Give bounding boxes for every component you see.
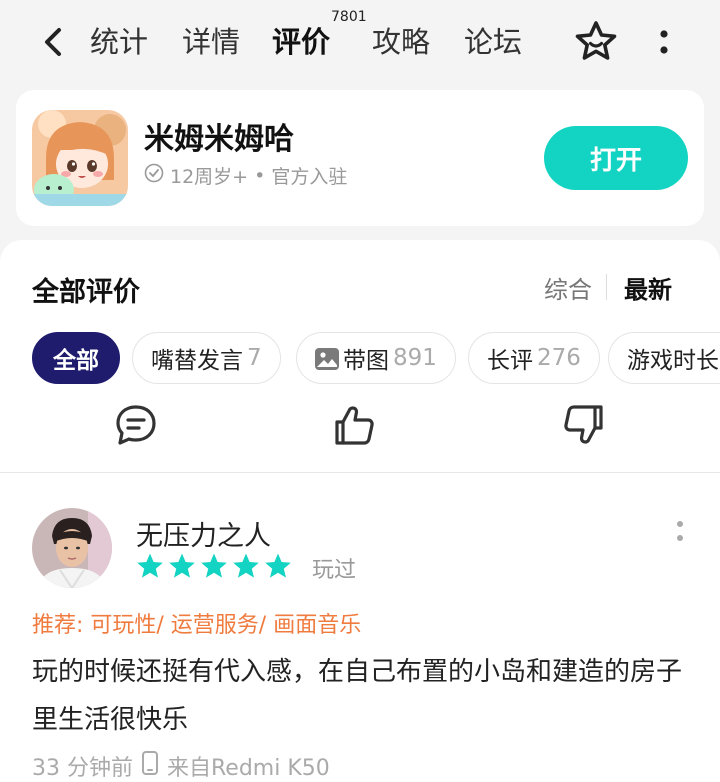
app-name: 米姆米姆哈 [144,122,294,157]
app-icon[interactable] [32,110,128,206]
filter-label: 游戏时长 [627,348,719,374]
filter-all[interactable]: 全部 [32,332,120,384]
filter-label: 全部 [53,348,99,374]
review-time: 33 分钟前 [32,756,133,781]
filter-long-review[interactable]: 长评 276 [468,332,600,384]
filter-playtime[interactable]: 游戏时长 [608,332,720,384]
filter-label: 带图 [343,348,389,374]
thumbs-up-icon[interactable] [332,403,376,447]
filter-with-images[interactable]: 带图 891 [296,332,456,384]
filter-count: 276 [537,345,581,371]
review-meta: 33 分钟前 来自Redmi K50 [32,750,330,782]
filter-quote[interactable]: 嘴替发言 7 [132,332,281,384]
open-button[interactable]: 打开 [544,126,688,190]
tab-forum[interactable]: 论坛 [464,22,522,62]
divider [0,472,720,473]
sort-latest[interactable]: 最新 [624,270,672,305]
tab-details[interactable]: 详情 [182,22,240,62]
phone-icon [141,750,159,782]
star-rating [136,552,292,584]
sort-comprehensive[interactable]: 综合 [544,270,592,305]
section-title: 全部评价 [32,277,140,308]
review-more-icon[interactable] [674,518,686,546]
app-card: 米姆米姆哈 12周岁+ • 官方入驻 打开 [16,90,704,226]
age-rating: 12周岁+ [170,166,249,188]
review-panel: 全部评价 综合 最新 全部 嘴替发言 7 带图 891 长评 276 游戏时长 [0,240,720,782]
tab-stats[interactable]: 统计 [90,22,148,62]
app-meta: 12周岁+ • 官方入驻 [144,162,347,189]
played-label: 玩过 [312,558,357,583]
filter-count: 891 [393,345,437,371]
thumbs-down-icon[interactable] [562,403,606,447]
comment-icon[interactable] [114,403,158,447]
top-navigation: 统计 详情 评价 7801 攻略 论坛 [0,0,720,86]
image-icon [315,345,343,371]
avatar[interactable] [32,508,112,588]
review-tags: 推荐: 可玩性/ 运营服务/ 画面音乐 [32,613,362,638]
star-icon [232,552,260,584]
review-device: 来自Redmi K50 [167,756,330,781]
more-options-icon[interactable] [650,24,678,60]
star-icon [168,552,196,584]
star-icon [136,552,164,584]
official-status: 官方入驻 [271,166,348,188]
tab-guides[interactable]: 攻略 [372,22,430,62]
sort-divider [606,274,607,300]
back-icon[interactable] [34,22,74,62]
filter-label: 嘴替发言 [151,348,243,374]
tab-reviews[interactable]: 评价 [270,22,333,62]
filter-label: 长评 [487,348,533,374]
meta-separator: • [254,164,266,187]
reviewer-name[interactable]: 无压力之人 [136,514,271,553]
star-icon [200,552,228,584]
review-text[interactable]: 玩的时候还挺有代入感，在自己布置的小岛和建造的房子里生活很快乐 [32,648,692,744]
favorite-star-icon[interactable] [572,18,620,66]
review-count-badge: 7801 [331,9,367,25]
filter-count: 7 [247,345,262,371]
star-icon [264,552,292,584]
verified-check-icon [144,163,164,188]
